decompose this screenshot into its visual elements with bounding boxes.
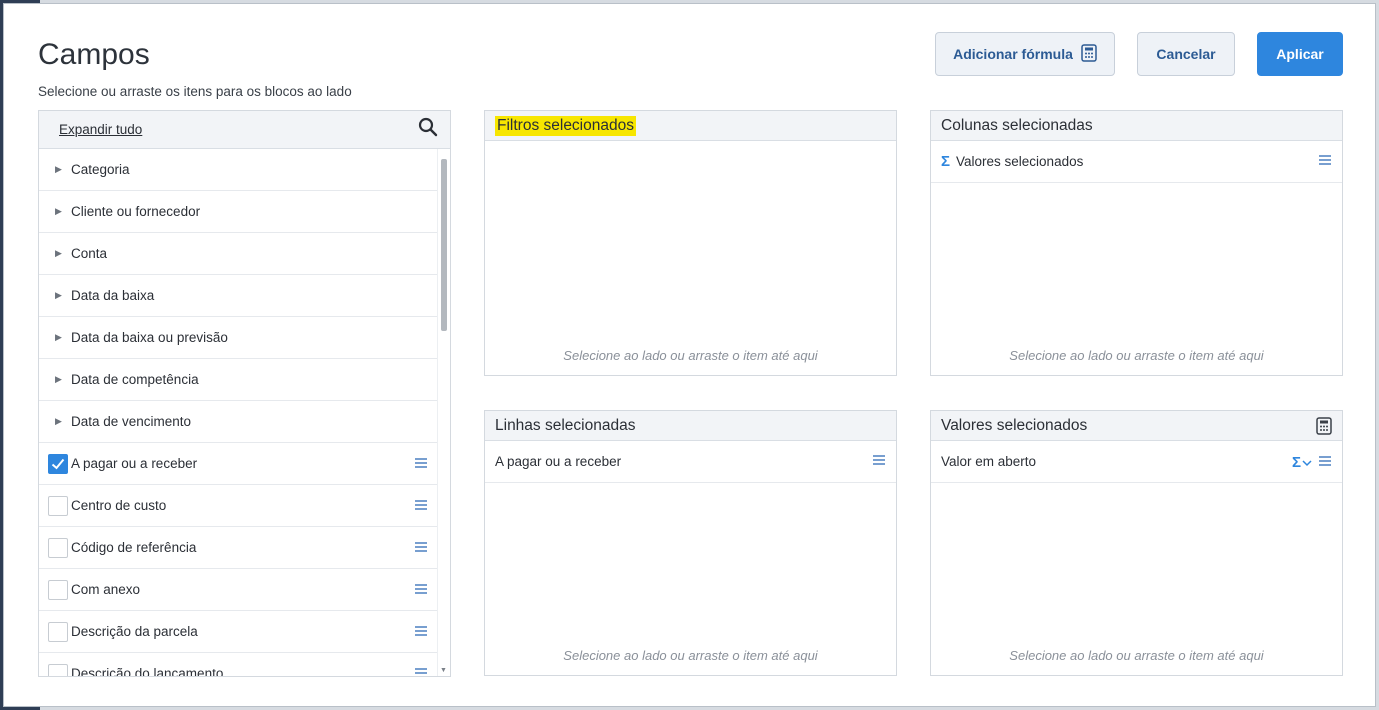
columns-item-valores[interactable]: Σ Valores selecionados: [931, 141, 1342, 183]
values-drop-zone[interactable]: Valores selecionados Valor em aberto Σ S…: [930, 410, 1343, 676]
field-item-label: Código de referência: [71, 540, 197, 555]
columns-drop-zone[interactable]: Colunas selecionadas Σ Valores seleciona…: [930, 110, 1343, 376]
filters-title: Filtros selecionados: [495, 115, 636, 136]
values-header: Valores selecionados: [931, 411, 1342, 441]
field-item-centro-custo[interactable]: Centro de custo: [39, 485, 438, 527]
search-icon[interactable]: [418, 117, 438, 142]
field-group-label: Conta: [71, 246, 108, 261]
drag-handle-icon[interactable]: [872, 454, 886, 469]
field-item-codigo-referencia[interactable]: Código de referência: [39, 527, 438, 569]
field-group-label: Cliente ou fornecedor: [71, 204, 201, 219]
field-item-label: A pagar ou a receber: [71, 456, 198, 471]
values-item-valor-aberto[interactable]: Valor em aberto Σ: [931, 441, 1342, 483]
drag-handle-icon[interactable]: [414, 541, 428, 556]
field-list: ▶ Categoria ▶ Cliente ou fornecedor ▶ Co…: [39, 149, 438, 677]
sigma-icon: Σ: [1291, 454, 1301, 471]
filters-drop-zone[interactable]: Filtros selecionados Selecione ao lado o…: [484, 110, 897, 376]
field-checkbox[interactable]: [48, 621, 68, 642]
drag-handle-icon[interactable]: [1318, 455, 1332, 470]
drag-handle-icon[interactable]: [414, 625, 428, 640]
expand-caret-icon[interactable]: ▶: [53, 332, 71, 343]
expand-all-link[interactable]: Expandir tudo: [59, 122, 142, 137]
field-group-label: Data de competência: [71, 372, 199, 387]
fields-dialog: Campos Selecione ou arraste os itens par…: [3, 3, 1376, 707]
field-group-cliente-fornecedor[interactable]: ▶ Cliente ou fornecedor: [39, 191, 438, 233]
values-title: Valores selecionados: [941, 416, 1088, 434]
scrollbar-thumb[interactable]: [441, 159, 447, 331]
field-group-data-baixa[interactable]: ▶ Data da baixa: [39, 275, 438, 317]
columns-placeholder: Selecione ao lado ou arraste o item até …: [1009, 348, 1264, 363]
checkmark-icon: [51, 458, 65, 469]
rows-item-label: A pagar ou a receber: [495, 454, 622, 469]
field-group-label: Data da baixa ou previsão: [71, 330, 228, 345]
rows-title: Linhas selecionadas: [495, 416, 636, 434]
field-group-data-baixa-previsao[interactable]: ▶ Data da baixa ou previsão: [39, 317, 438, 359]
drag-handle-icon[interactable]: [414, 583, 428, 598]
field-checkbox[interactable]: [48, 663, 68, 676]
dialog-title: Campos: [38, 38, 150, 71]
expand-caret-icon[interactable]: ▶: [53, 290, 71, 301]
expand-caret-icon[interactable]: ▶: [53, 248, 71, 259]
field-checkbox[interactable]: [48, 495, 68, 516]
field-item-com-anexo[interactable]: Com anexo: [39, 569, 438, 611]
field-list-scrollbar[interactable]: ▼: [437, 149, 450, 676]
values-placeholder: Selecione ao lado ou arraste o item até …: [1009, 648, 1264, 663]
field-item-label: Descrição da parcela: [71, 624, 198, 639]
field-item-label: Descrição do lançamento: [71, 666, 224, 677]
expand-caret-icon[interactable]: ▶: [53, 374, 71, 385]
rows-drop-zone[interactable]: Linhas selecionadas A pagar ou a receber…: [484, 410, 897, 676]
field-group-label: Data da baixa: [71, 288, 155, 303]
sigma-icon: Σ: [941, 153, 951, 170]
field-item-descricao-parcela[interactable]: Descrição da parcela: [39, 611, 438, 653]
filters-placeholder: Selecione ao lado ou arraste o item até …: [563, 348, 818, 363]
apply-button[interactable]: Aplicar: [1257, 32, 1343, 76]
columns-title: Colunas selecionadas: [941, 116, 1093, 134]
drag-handle-icon[interactable]: [414, 667, 428, 676]
expand-caret-icon[interactable]: ▶: [53, 164, 71, 175]
field-item-label: Centro de custo: [71, 498, 167, 513]
expand-caret-icon[interactable]: ▶: [53, 416, 71, 427]
field-group-categoria[interactable]: ▶ Categoria: [39, 149, 438, 191]
values-item-label: Valor em aberto: [941, 454, 1037, 469]
rows-header: Linhas selecionadas: [485, 411, 896, 441]
field-checkbox[interactable]: [48, 453, 68, 474]
calculator-icon: [1081, 43, 1097, 65]
drag-handle-icon[interactable]: [414, 457, 428, 472]
field-group-data-competencia[interactable]: ▶ Data de competência: [39, 359, 438, 401]
calculator-icon[interactable]: [1316, 417, 1332, 440]
field-group-data-vencimento[interactable]: ▶ Data de vencimento: [39, 401, 438, 443]
field-checkbox[interactable]: [48, 579, 68, 600]
fields-panel: Expandir tudo ▶ Categoria ▶ Cliente ou f…: [38, 110, 451, 677]
field-group-conta[interactable]: ▶ Conta: [39, 233, 438, 275]
field-group-label: Data de vencimento: [71, 414, 192, 429]
drag-handle-icon[interactable]: [414, 499, 428, 514]
add-formula-label: Adicionar fórmula: [953, 46, 1073, 62]
field-group-label: Categoria: [71, 162, 130, 177]
filters-header: Filtros selecionados: [485, 111, 896, 141]
cancel-button[interactable]: Cancelar: [1137, 32, 1235, 76]
field-item-label: Com anexo: [71, 582, 141, 597]
rows-item-a-pagar-receber[interactable]: A pagar ou a receber: [485, 441, 896, 483]
field-checkbox[interactable]: [48, 537, 68, 558]
add-formula-button[interactable]: Adicionar fórmula: [935, 32, 1115, 76]
expand-caret-icon[interactable]: ▶: [53, 206, 71, 217]
rows-placeholder: Selecione ao lado ou arraste o item até …: [563, 648, 818, 663]
chevron-down-icon: [1302, 459, 1312, 466]
field-item-descricao-lancamento[interactable]: Descrição do lançamento: [39, 653, 438, 677]
columns-header: Colunas selecionadas: [931, 111, 1342, 141]
aggregation-dropdown[interactable]: Σ: [1292, 454, 1312, 471]
columns-item-label: Valores selecionados: [956, 154, 1084, 169]
field-item-a-pagar-receber[interactable]: A pagar ou a receber: [39, 443, 438, 485]
dialog-subtitle: Selecione ou arraste os itens para os bl…: [38, 84, 352, 99]
drag-handle-icon[interactable]: [1318, 154, 1332, 169]
fields-panel-header: Expandir tudo: [39, 111, 450, 149]
scroll-down-icon[interactable]: ▼: [440, 667, 447, 674]
